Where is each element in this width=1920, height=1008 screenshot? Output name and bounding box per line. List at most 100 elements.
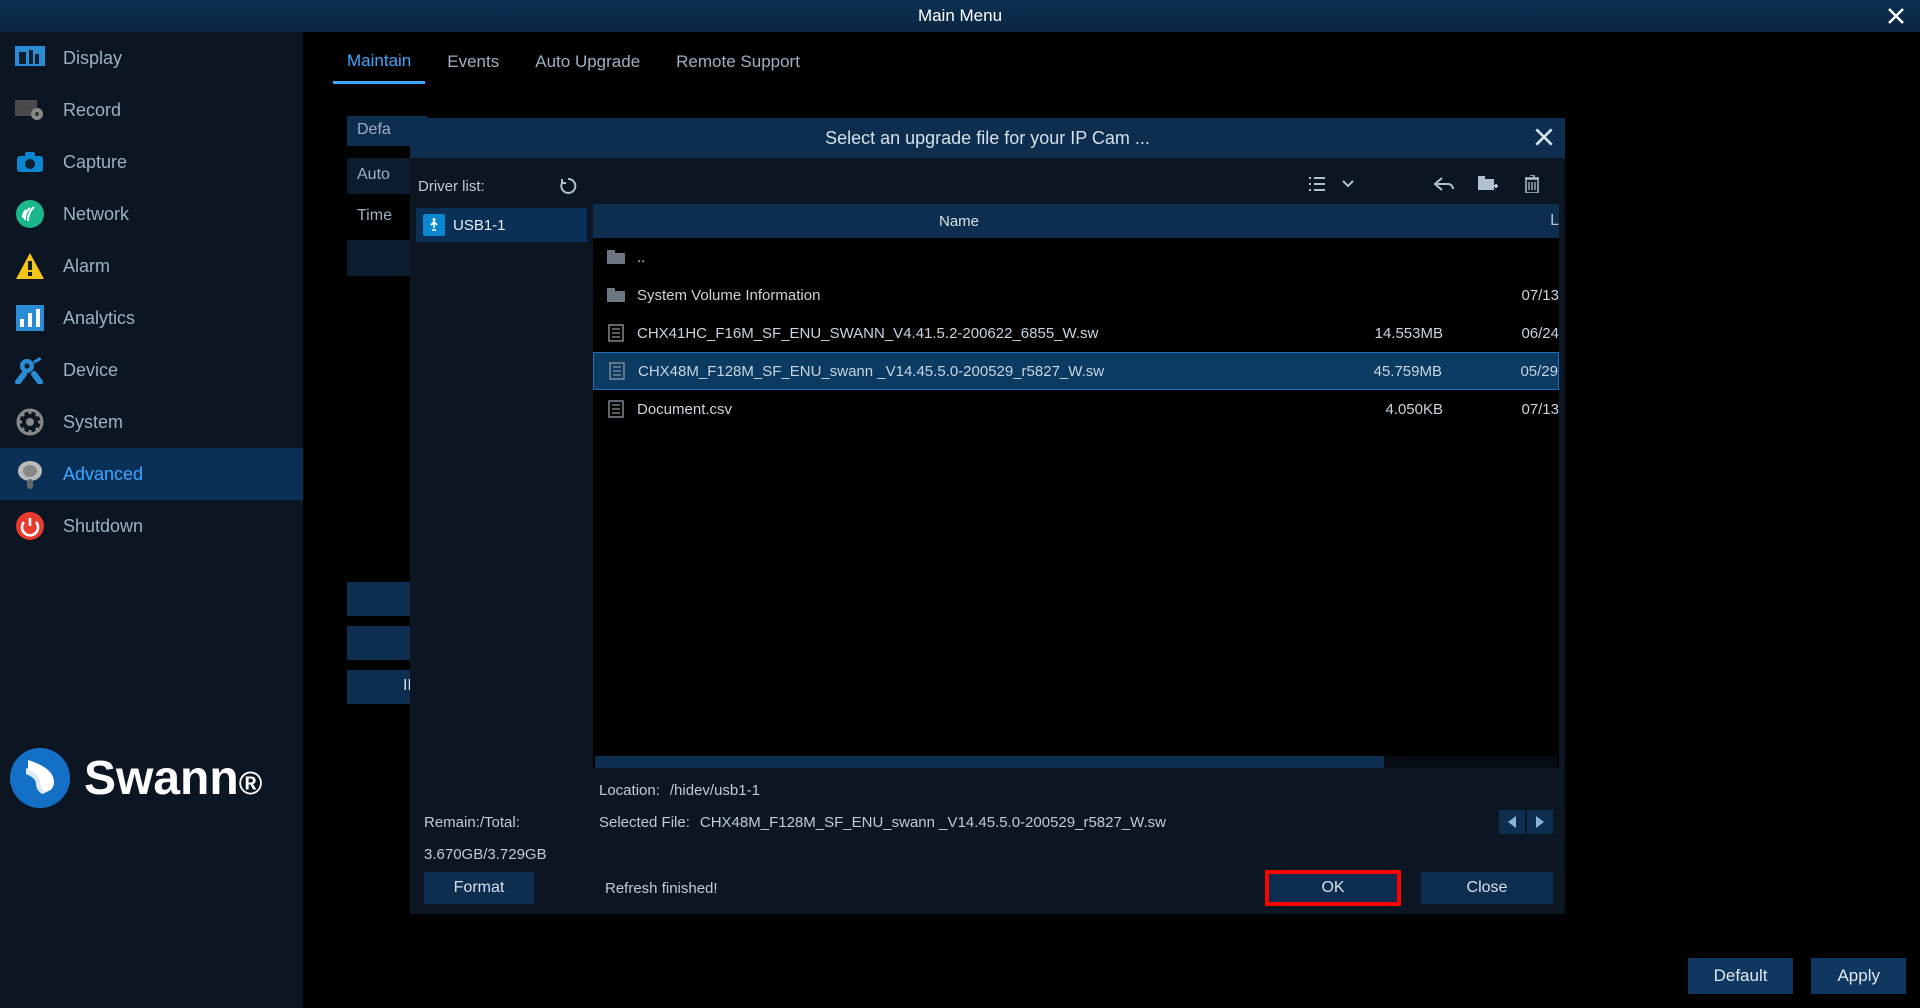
sidebar-item-label: Alarm <box>63 256 110 277</box>
file-list-header: Name L <box>593 204 1559 238</box>
sidebar-item-analytics[interactable]: Analytics <box>0 292 303 344</box>
sidebar-item-advanced[interactable]: Advanced <box>0 448 303 500</box>
sidebar-item-label: Capture <box>63 152 127 173</box>
col-date[interactable]: L <box>1475 212 1559 230</box>
tab-maintain[interactable]: Maintain <box>333 51 425 84</box>
prev-file-button[interactable] <box>1499 810 1525 834</box>
file-date: 07/13 <box>1475 401 1559 418</box>
sidebar-item-network[interactable]: Network <box>0 188 303 240</box>
sidebar-item-alarm[interactable]: Alarm <box>0 240 303 292</box>
sidebar-item-label: Shutdown <box>63 516 143 537</box>
analytics-icon <box>15 303 45 333</box>
remain-value: 3.670GB/3.729GB <box>422 846 599 863</box>
sidebar-item-shutdown[interactable]: Shutdown <box>0 500 303 552</box>
default-button[interactable]: Default <box>1688 958 1794 994</box>
sidebar-item-capture[interactable]: Capture <box>0 136 303 188</box>
tab-auto-upgrade[interactable]: Auto Upgrade <box>521 52 654 82</box>
usb-icon <box>423 214 445 236</box>
horizontal-scrollbar[interactable] <box>595 756 1557 768</box>
triangle-right-icon <box>1535 816 1545 828</box>
modal-footer: Location: /hidev/usb1-1 Remain:/Total: S… <box>410 768 1565 914</box>
tabs: Maintain Events Auto Upgrade Remote Supp… <box>303 46 1920 88</box>
file-name: Document.csv <box>637 401 1301 418</box>
driver-list: USB1-1 <box>416 208 587 242</box>
format-button[interactable]: Format <box>424 872 534 904</box>
file-row[interactable]: .. <box>593 238 1559 276</box>
status-text: Refresh finished! <box>599 880 1267 897</box>
brand-disc-icon <box>10 748 70 808</box>
file-pane: Name L .. System Volume Information 07/13 C… <box>587 158 1565 768</box>
file-icon <box>608 362 626 380</box>
view-mode-button[interactable] <box>1307 173 1329 195</box>
display-icon <box>15 43 45 73</box>
title-bar: Main Menu <box>0 0 1920 32</box>
trash-icon <box>1525 175 1539 193</box>
sidebar-item-label: Device <box>63 360 118 381</box>
file-size: 4.050KB <box>1313 401 1463 418</box>
selected-file-value: CHX48M_F128M_SF_ENU_swann _V14.45.5.0-20… <box>700 814 1489 831</box>
location-value: /hidev/usb1-1 <box>670 782 1553 799</box>
folder-icon <box>607 286 625 304</box>
window-close-button[interactable] <box>1884 4 1908 28</box>
sidebar-item-display[interactable]: Display <box>0 32 303 84</box>
sidebar-item-label: Network <box>63 204 129 225</box>
driver-name: USB1-1 <box>453 217 506 234</box>
file-icon <box>607 324 625 342</box>
driver-pane: Driver list: USB1-1 <box>410 158 587 768</box>
triangle-left-icon <box>1507 816 1517 828</box>
file-icon <box>607 400 625 418</box>
file-row[interactable]: CHX41HC_F16M_SF_ENU_SWANN_V4.41.5.2-2006… <box>593 314 1559 352</box>
network-icon <box>15 199 45 229</box>
record-icon <box>15 95 45 125</box>
window-title: Main Menu <box>918 6 1002 26</box>
sidebar-item-label: System <box>63 412 123 433</box>
sidebar-item-label: Record <box>63 100 121 121</box>
selected-file-label: Selected File: <box>599 814 690 831</box>
alarm-icon <box>15 251 45 281</box>
list-icon <box>1309 177 1327 191</box>
close-button[interactable]: Close <box>1421 872 1553 904</box>
sidebar-item-system[interactable]: System <box>0 396 303 448</box>
new-folder-button[interactable] <box>1477 173 1499 195</box>
folder-icon <box>607 248 625 266</box>
col-name[interactable]: Name <box>593 213 1325 230</box>
refresh-button[interactable] <box>559 177 577 195</box>
driver-item-usb[interactable]: USB1-1 <box>416 208 587 242</box>
file-date: 05/29 <box>1474 363 1558 380</box>
remain-label: Remain:/Total: <box>422 814 599 831</box>
next-file-button[interactable] <box>1527 810 1553 834</box>
file-rows: .. System Volume Information 07/13 CHX41HC_… <box>593 238 1559 768</box>
capture-icon <box>15 147 45 177</box>
back-button[interactable] <box>1433 173 1455 195</box>
file-row[interactable]: CHX48M_F128M_SF_ENU_swann _V14.45.5.0-20… <box>593 352 1559 390</box>
sidebar-item-record[interactable]: Record <box>0 84 303 136</box>
ok-button[interactable]: OK <box>1267 872 1399 904</box>
brand-logo: Swann® <box>10 748 262 808</box>
tab-remote-support[interactable]: Remote Support <box>662 52 814 82</box>
driver-top: Driver list: <box>416 168 587 204</box>
modal-close-button[interactable] <box>1533 126 1555 148</box>
scrollbar-thumb[interactable] <box>595 756 1384 768</box>
footer-buttons: Default Apply <box>1688 958 1906 994</box>
view-dropdown[interactable] <box>1337 173 1359 195</box>
close-icon <box>1533 126 1555 148</box>
delete-button[interactable] <box>1521 173 1543 195</box>
file-date: 07/13 <box>1475 287 1559 304</box>
file-select-modal: Select an upgrade file for your IP Cam .… <box>410 118 1565 914</box>
file-name: System Volume Information <box>637 287 1301 304</box>
sidebar-item-device[interactable]: Device <box>0 344 303 396</box>
shutdown-icon <box>15 511 45 541</box>
modal-body: Driver list: USB1-1 <box>410 158 1565 768</box>
sidebar: Display Record Capture Network Alarm Ana… <box>0 32 303 1008</box>
file-row[interactable]: Document.csv 4.050KB 07/13 <box>593 390 1559 428</box>
nav-arrows <box>1499 810 1553 834</box>
modal-title: Select an upgrade file for your IP Cam .… <box>825 128 1150 149</box>
device-icon <box>15 355 45 385</box>
refresh-icon <box>559 177 577 195</box>
file-date: 06/24 <box>1475 325 1559 342</box>
advanced-icon <box>15 459 45 489</box>
tab-events[interactable]: Events <box>433 52 513 82</box>
file-row[interactable]: System Volume Information 07/13 <box>593 276 1559 314</box>
apply-button[interactable]: Apply <box>1811 958 1906 994</box>
file-toolbar <box>593 164 1559 204</box>
